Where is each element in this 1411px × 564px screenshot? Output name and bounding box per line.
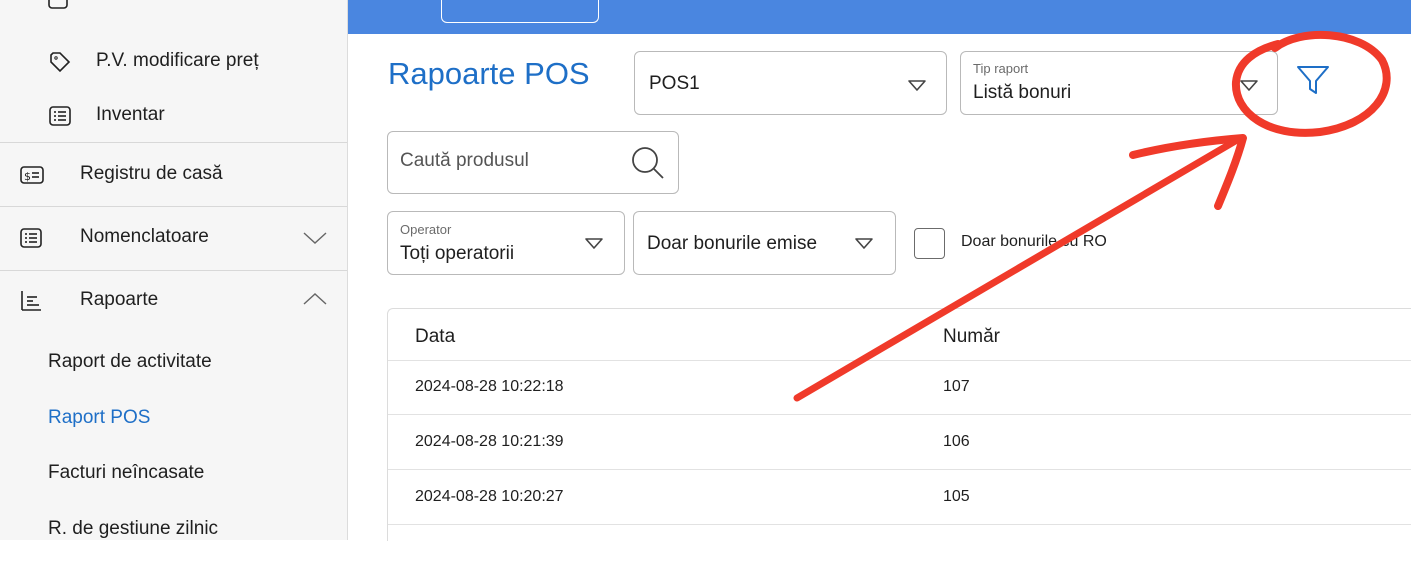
sidebar-subitem-raport-activitate[interactable]: Raport de activitate (48, 351, 212, 373)
sidebar-item-label: Inventar (96, 104, 165, 125)
status-filter-select[interactable]: Doar bonurile emise (633, 211, 896, 275)
report-icon (19, 289, 43, 313)
ro-receipts-checkbox-label: Doar bonurile cu RO (961, 233, 1107, 250)
sidebar-item-inventar[interactable]: Inventar (0, 98, 347, 134)
table-header-row: Data Număr (388, 309, 1411, 361)
cash-register-icon: $ (19, 163, 45, 187)
ro-receipts-checkbox[interactable] (914, 228, 945, 259)
receipts-table: Data Număr 2024-08-28 10:22:18 107 2024-… (387, 308, 1411, 541)
chevron-down-icon (1240, 80, 1258, 91)
calendar-icon (48, 0, 68, 9)
svg-text:$: $ (24, 170, 31, 183)
search-placeholder: Caută produsul (400, 150, 529, 171)
table-row[interactable]: 2024-08-28 10:21:39 106 (388, 415, 1411, 470)
operator-value: Toți operatorii (400, 243, 515, 264)
chevron-down-icon[interactable] (302, 230, 328, 246)
page-bottom (0, 540, 1411, 564)
sidebar-item-pv-modificare-pret[interactable]: P.V. modificare preț (0, 44, 347, 80)
divider (0, 206, 347, 207)
column-header-data: Data (415, 326, 456, 347)
table-cell-number: 107 (943, 378, 970, 395)
sidebar-item-rapoarte[interactable]: Rapoarte (0, 283, 347, 319)
table-row[interactable]: 2024-08-28 10:20:27 105 (388, 470, 1411, 525)
column-header-numar: Număr (943, 326, 1001, 347)
divider (0, 142, 347, 143)
chevron-down-icon (908, 80, 926, 91)
pos-select[interactable]: POS1 (634, 51, 947, 115)
annotation-arrow-head (1129, 134, 1247, 210)
operator-label: Operator (400, 222, 452, 237)
report-type-value: Listă bonuri (973, 82, 1072, 103)
chevron-down-icon (585, 238, 603, 249)
sidebar-subitem-raport-pos[interactable]: Raport POS (48, 407, 150, 429)
sidebar-subitem-gestiune-zilnic[interactable]: R. de gestiune zilnic (48, 518, 218, 540)
list-icon (19, 226, 43, 250)
tag-icon (48, 50, 72, 74)
pos-select-value: POS1 (649, 73, 700, 94)
sidebar-item-label: Registru de casă (80, 163, 223, 184)
product-search-input[interactable]: Caută produsul (387, 131, 679, 194)
table-cell-date: 2024-08-28 10:20:27 (415, 488, 564, 505)
chevron-down-icon (855, 238, 873, 249)
top-bar-button[interactable] (441, 0, 599, 23)
operator-select[interactable]: Operator Toți operatorii (387, 211, 625, 275)
page-title: Rapoarte POS (388, 56, 590, 91)
top-bar (348, 0, 1411, 34)
sidebar-subitem-facturi-neincasate[interactable]: Facturi neîncasate (48, 462, 204, 484)
sidebar-item-registru-de-casa[interactable]: $ Registru de casă (0, 157, 347, 193)
sidebar-item-label: Rapoarte (80, 289, 159, 310)
table-cell-date: 2024-08-28 10:21:39 (415, 433, 564, 450)
table-cell-number: 106 (943, 433, 970, 450)
sidebar-item-label: Nomenclatoare (80, 226, 209, 247)
report-type-select[interactable]: Tip raport Listă bonuri (960, 51, 1278, 115)
report-type-label: Tip raport (973, 61, 1029, 76)
sidebar-item-label: P.V. modificare preț (96, 50, 259, 71)
sidebar-item-nomenclatoare[interactable]: Nomenclatoare (0, 220, 347, 256)
status-filter-value: Doar bonurile emise (647, 233, 818, 254)
table-cell-date: 2024-08-28 10:22:18 (415, 378, 564, 395)
table-cell-number: 105 (943, 488, 970, 505)
filter-icon[interactable] (1295, 62, 1331, 98)
divider (0, 270, 347, 271)
list-icon (48, 104, 72, 128)
chevron-up-icon[interactable] (302, 291, 328, 307)
sidebar: P.V. modificare preț Inventar $ Registru… (0, 0, 348, 540)
search-icon[interactable] (630, 145, 666, 181)
table-row[interactable]: 2024-08-28 10:22:18 107 (388, 360, 1411, 415)
